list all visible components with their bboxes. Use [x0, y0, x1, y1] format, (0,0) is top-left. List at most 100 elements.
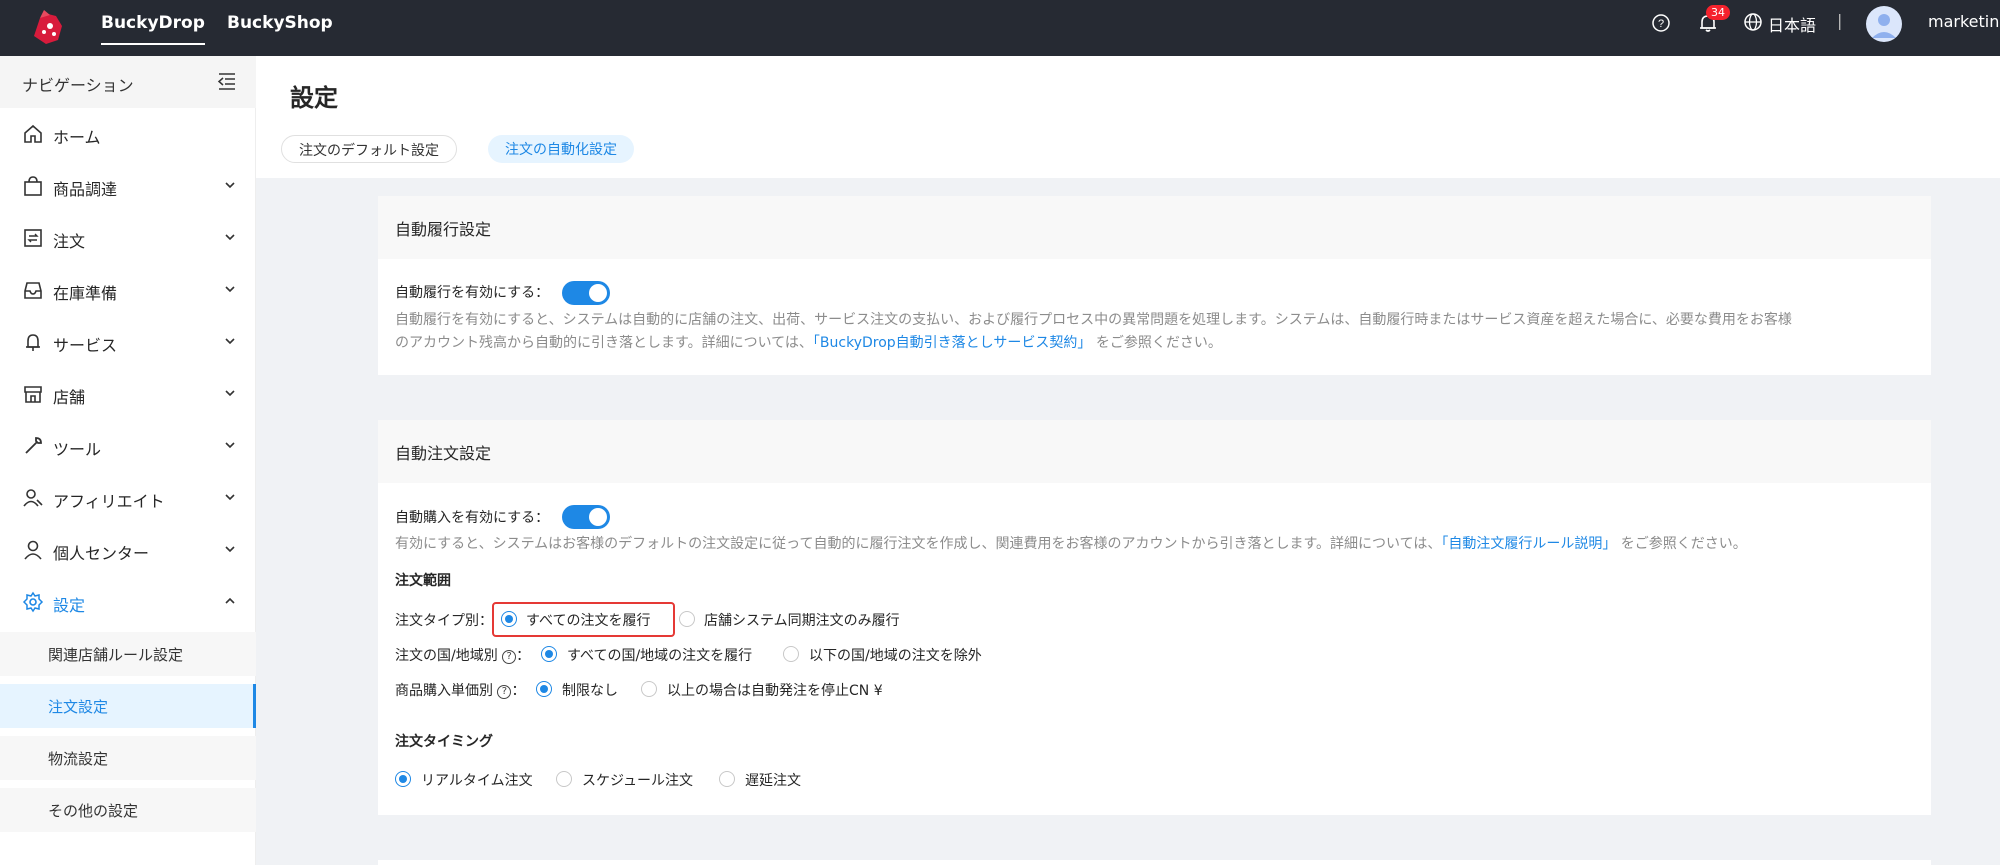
sidebar-subitem-logistics[interactable]: 物流設定	[0, 736, 256, 780]
sidebar-item-settings[interactable]: 設定	[0, 576, 256, 628]
card-title: 自動注文設定	[395, 444, 492, 463]
chevron-down-icon	[225, 338, 235, 345]
card-title: 自動履行設定	[395, 220, 492, 239]
sidebar-item-label: アフィリエイト	[53, 492, 165, 511]
rule-description-link[interactable]: 「自動注文履行ルール説明」	[1441, 536, 1616, 552]
user-icon	[24, 540, 42, 560]
inbox-icon	[24, 282, 42, 299]
sidebar-subitem-label: 関連店舗ルール設定	[48, 646, 184, 664]
shopping-bag-icon	[24, 176, 42, 196]
question-icon[interactable]: ?	[497, 685, 512, 699]
tab-buckydrop[interactable]: BuckyDrop	[101, 13, 205, 45]
sidebar-item-sourcing[interactable]: 商品調達	[0, 160, 256, 212]
notification-badge: 34	[1706, 5, 1730, 20]
home-icon	[24, 124, 42, 143]
radio-price-limit[interactable]	[641, 681, 657, 697]
sidebar-item-tools[interactable]: ツール	[0, 420, 256, 472]
divider: |	[1837, 11, 1843, 30]
sidebar-item-label: 商品調達	[53, 180, 118, 199]
chevron-down-icon	[225, 182, 235, 189]
highlight-box	[492, 602, 675, 637]
chevron-down-icon	[225, 442, 235, 449]
page-title: 設定	[290, 84, 338, 112]
price-label-text: 商品購入単価別	[395, 683, 493, 699]
user-avatar-icon	[1872, 14, 1896, 38]
chevron-up-icon	[225, 597, 235, 604]
desc-text: 有効にすると、システムはお客様のデフォルトの注文設定に従って自動的に履行注文を作…	[395, 536, 1442, 552]
service-icon	[26, 334, 40, 351]
sidebar-item-label: 設定	[53, 596, 86, 615]
sidebar-item-label: 注文	[53, 232, 86, 251]
tab-automation-settings[interactable]: 注文の自動化設定	[488, 135, 634, 163]
service-agreement-link[interactable]: 「BuckyDrop自動引き落としサービス契約」	[813, 335, 1091, 351]
nav-header: ナビゲーション	[0, 56, 256, 108]
collapse-menu-icon[interactable]	[217, 71, 237, 91]
desc-line: 自動履行を有効にすると、システムは自動的に店舗の注文、出荷、サービス注文の支払い…	[395, 312, 1792, 328]
radio-scheduled-order[interactable]	[556, 771, 572, 787]
card-header: 自動履行設定	[378, 196, 1931, 259]
question-icon[interactable]: ?	[502, 650, 517, 664]
gear-icon	[22, 591, 44, 613]
radio-label: 以下の国/地域の注文を除外	[809, 648, 982, 664]
radio-no-limit[interactable]	[536, 681, 552, 697]
auto-fulfill-toggle[interactable]	[562, 281, 610, 305]
radio-label: スケジュール注文	[582, 773, 694, 789]
language-selector[interactable]: 日本語	[1768, 12, 1816, 36]
desc-line: のアカウント残高から自動的に引き落とします。詳細については、「BuckyDrop…	[395, 332, 1915, 355]
sidebar-item-home[interactable]: ホーム	[0, 108, 256, 160]
auto-order-toggle[interactable]	[562, 505, 610, 529]
order-scope-title: 注文範囲	[395, 573, 451, 589]
sidebar-item-label: 個人センター	[53, 544, 150, 563]
sidebar-item-orders[interactable]: 注文	[0, 212, 256, 264]
radio-delayed-order[interactable]	[719, 771, 735, 787]
sidebar-subitem-other[interactable]: その他の設定	[0, 788, 256, 832]
radio-all-countries[interactable]	[541, 646, 557, 662]
sidebar-subitem-order-settings[interactable]: 注文設定	[0, 684, 256, 728]
chevron-down-icon	[225, 390, 235, 397]
sidebar-item-service[interactable]: サービス	[0, 316, 256, 368]
svg-text:?: ?	[1658, 18, 1664, 30]
auto-fulfill-card: 自動履行設定 自動履行を有効にする： 自動履行を有効にすると、システムは自動的に…	[378, 196, 1931, 375]
chevron-down-icon	[225, 286, 235, 293]
avatar[interactable]	[1866, 6, 1902, 42]
sidebar: ナビゲーション ホーム 商品調達 注文 在庫準備 サービス 店舗 ツール アフィ…	[0, 56, 256, 865]
radio-label: 制限なし	[562, 683, 618, 699]
tab-buckyshop[interactable]: BuckyShop	[227, 13, 333, 43]
sidebar-item-inventory[interactable]: 在庫準備	[0, 264, 256, 316]
card-header: 自動注文設定	[378, 420, 1931, 483]
chevron-down-icon	[225, 234, 235, 241]
nav-title: ナビゲーション	[22, 76, 134, 95]
radio-label: 遅延注文	[745, 773, 801, 789]
chevron-down-icon	[225, 494, 235, 501]
page-header: 設定 注文のデフォルト設定 注文の自動化設定	[256, 56, 2000, 178]
radio-label: リアルタイム注文	[421, 773, 533, 789]
sidebar-item-store[interactable]: 店舗	[0, 368, 256, 420]
username[interactable]: marketing	[1928, 12, 2000, 31]
sidebar-subitem-label: 物流設定	[48, 750, 109, 768]
sidebar-item-label: ツール	[53, 440, 102, 459]
sidebar-subitem-store-rules[interactable]: 関連店舗ルール設定	[0, 632, 256, 676]
order-icon	[24, 229, 42, 247]
affiliate-icon	[23, 489, 43, 507]
sidebar-item-label: 在庫準備	[53, 284, 118, 303]
logo-icon[interactable]	[26, 6, 70, 50]
sidebar-item-label: ホーム	[53, 128, 101, 147]
desc-text: のアカウント残高から自動的に引き落とします。詳細については、	[395, 335, 813, 351]
next-card	[378, 860, 1931, 865]
radio-realtime-order[interactable]	[395, 771, 411, 787]
desc-text: をご参照ください。	[1091, 335, 1222, 351]
sidebar-item-label: サービス	[53, 336, 118, 355]
radio-exclude-countries[interactable]	[783, 646, 799, 662]
radio-label: 以上の場合は自動発注を停止CN ¥	[667, 683, 883, 699]
sidebar-item-affiliate[interactable]: アフィリエイト	[0, 472, 256, 524]
country-label-text: 注文の国/地域別	[395, 648, 498, 664]
radio-synced-orders-only[interactable]	[679, 611, 695, 627]
help-icon[interactable]: ?	[1651, 13, 1671, 33]
globe-icon[interactable]	[1743, 12, 1763, 32]
sidebar-item-personal-center[interactable]: 個人センター	[0, 524, 256, 576]
order-timing-title: 注文タイミング	[395, 734, 493, 750]
order-type-label: 注文タイプ別：	[395, 613, 493, 629]
chevron-down-icon	[225, 546, 235, 553]
tab-default-order-settings[interactable]: 注文のデフォルト設定	[281, 135, 457, 163]
desc-text: をご参照ください。	[1616, 536, 1747, 552]
